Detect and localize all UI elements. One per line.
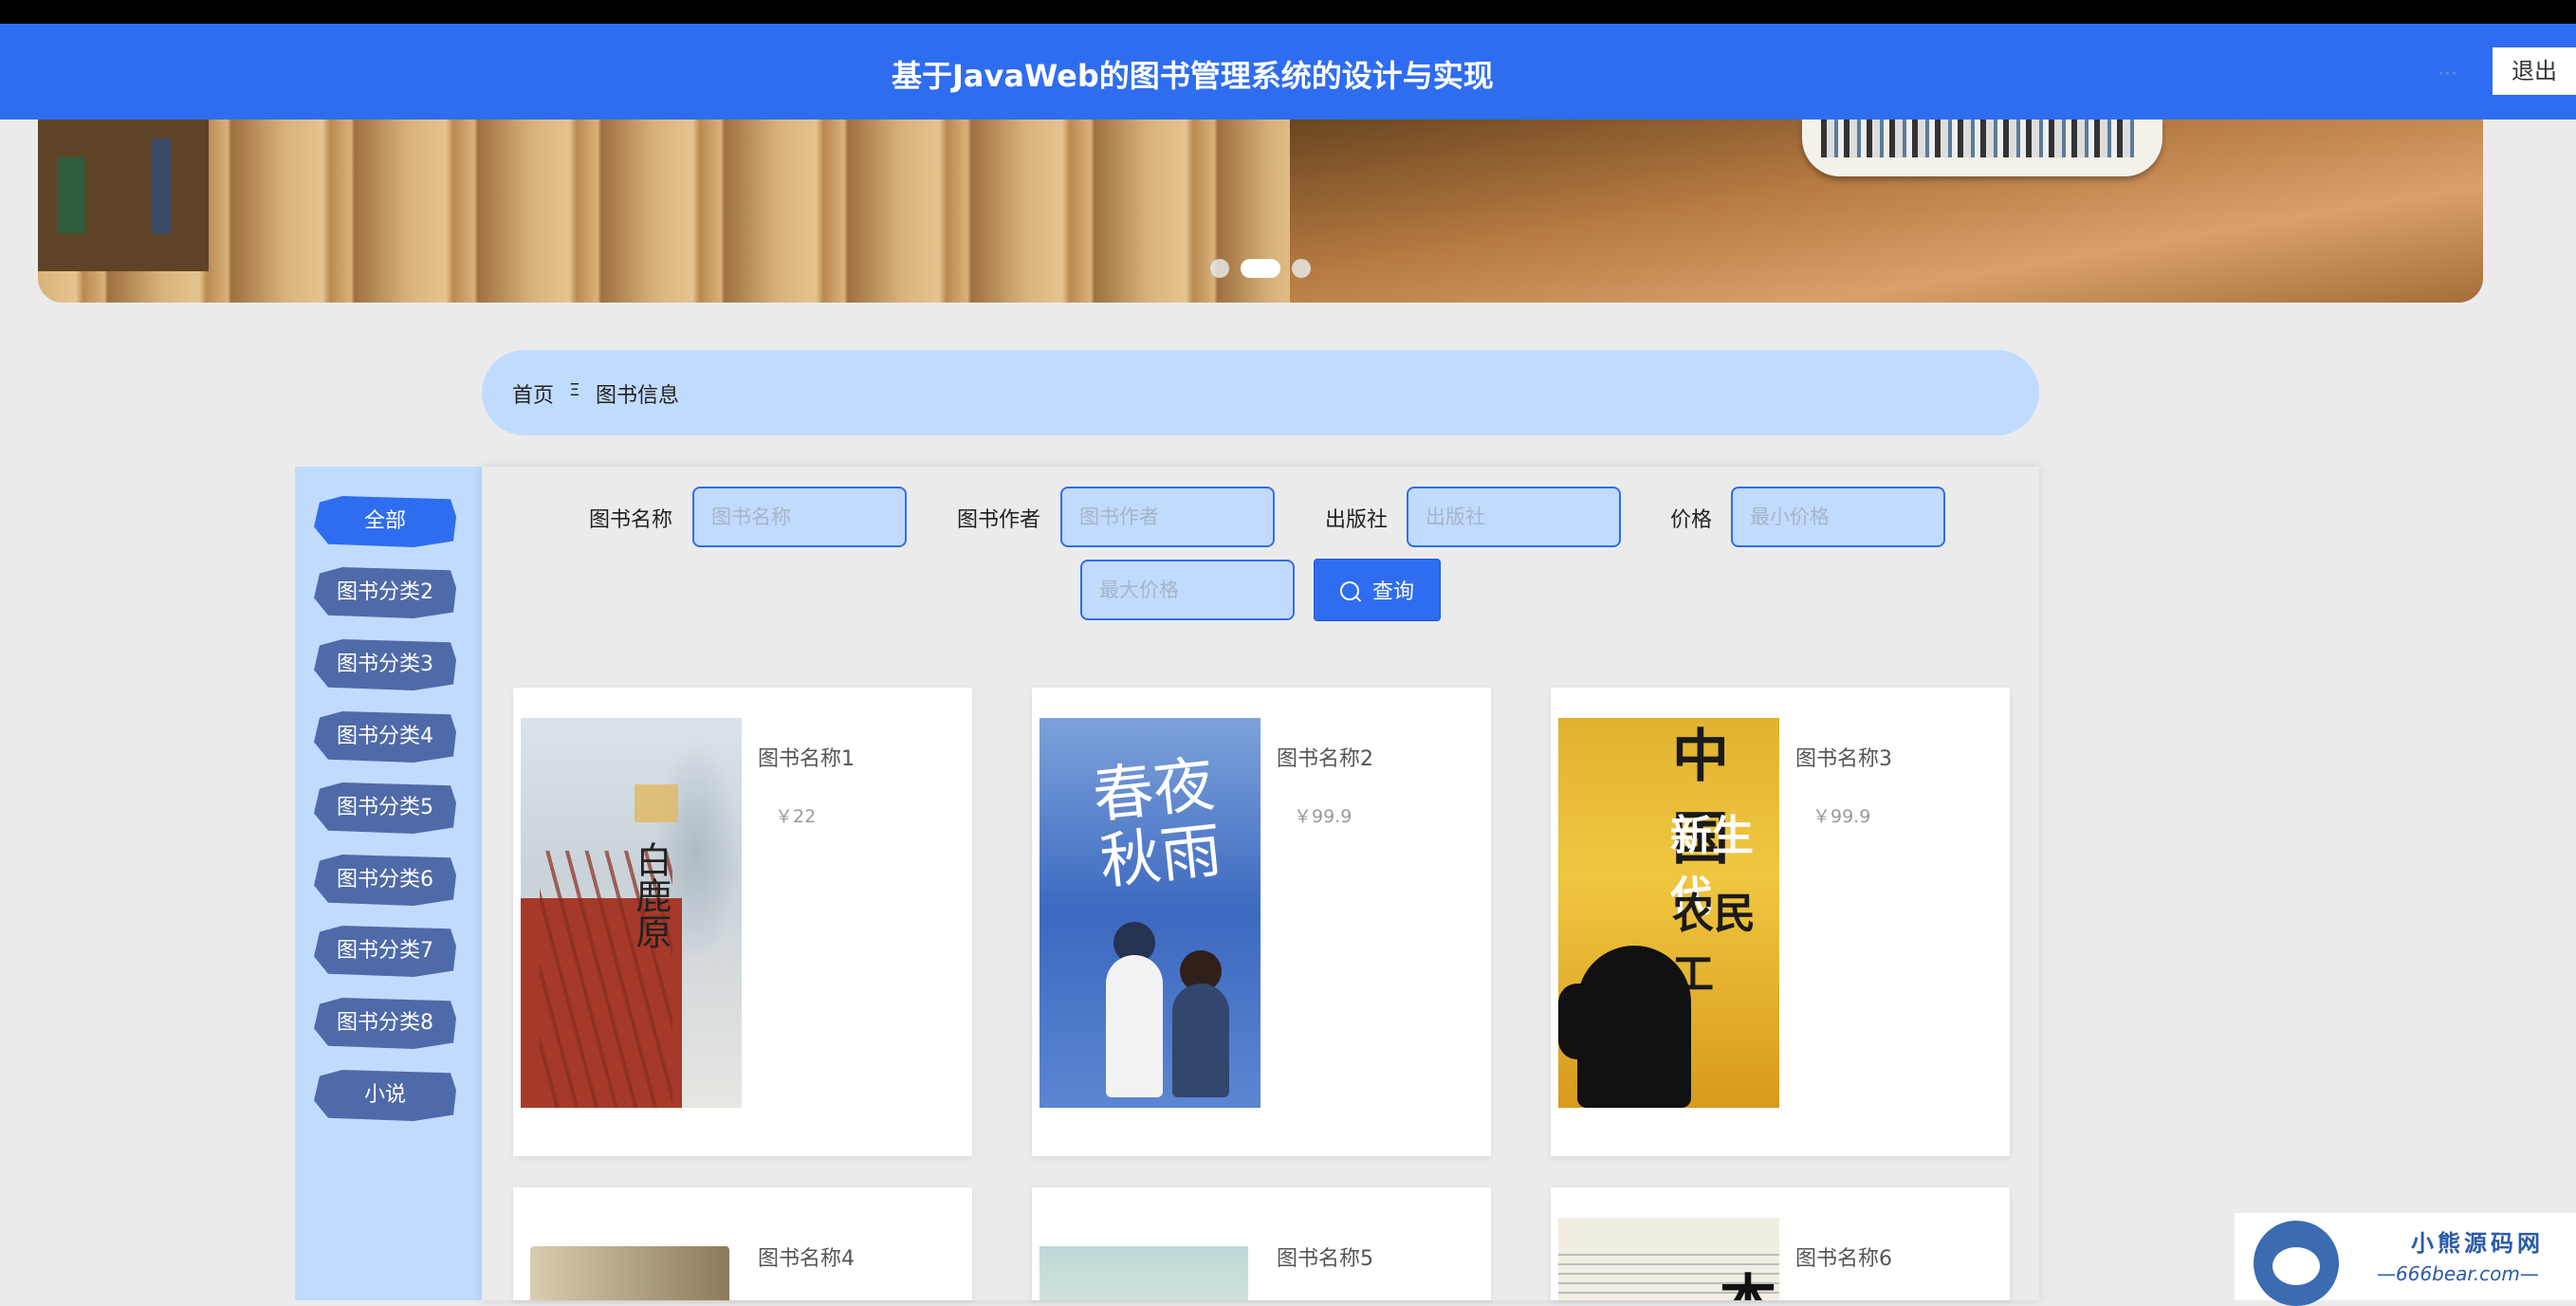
watermark-line-1: 小熊源码网 [2411, 1230, 2544, 1257]
book-card-3[interactable]: 中国 新生代 农民工 图书名称3 ￥99.9 [1551, 688, 2010, 1156]
carousel-dot-2[interactable] [1241, 259, 1280, 278]
banner-left-shelf [38, 120, 209, 271]
category-8[interactable]: 图书分类8 [314, 998, 456, 1049]
category-sidebar: 全部 图书分类2 图书分类3 图书分类4 图书分类5 图书分类6 图书分类7 图… [295, 467, 482, 1300]
breadcrumb-current: 图书信息 [596, 384, 680, 408]
search-button[interactable]: 查询 [1314, 559, 1441, 621]
book-card-1[interactable]: 白鹿原 图书名称1 ￥22 [513, 688, 972, 1156]
category-4[interactable]: 图书分类4 [314, 711, 456, 763]
watermark-line-2: —666bear.com— [2377, 1262, 2539, 1285]
window-top-strip [0, 0, 2576, 24]
book-name-2: 图书名称2 [1277, 747, 1373, 771]
header-dots: ··· [2438, 63, 2457, 86]
breadcrumb-separator: Ξ [569, 380, 580, 400]
book-name-1: 图书名称1 [758, 747, 855, 771]
bear-logo-icon [2254, 1221, 2339, 1306]
book-cover-5 [1040, 1218, 1260, 1300]
category-3[interactable]: 图书分类3 [314, 639, 456, 690]
book-cover-2-title: 春夜秋雨 [1089, 749, 1225, 898]
book-cover-6-title: 本 [1720, 1256, 1776, 1300]
filter-author-input[interactable] [1060, 487, 1275, 547]
filter-price-label: 价格 [1670, 508, 1713, 532]
book-cover-6: 本 [1558, 1218, 1779, 1300]
book-name-3: 图书名称3 [1795, 747, 1892, 771]
book-card-6[interactable]: 本 图书名称6 [1551, 1187, 2010, 1300]
banner-shelf-books [1821, 120, 2134, 157]
book-card-5[interactable]: 图书名称5 [1032, 1187, 1491, 1300]
filter-min-price-input[interactable] [1731, 487, 1945, 547]
category-2[interactable]: 图书分类2 [314, 567, 456, 618]
banner-wall-image [38, 120, 1299, 303]
filter-name-label: 图书名称 [589, 508, 673, 532]
book-card-2[interactable]: 春夜秋雨 图书名称2 ￥99.9 [1032, 688, 1491, 1156]
filter-author-label: 图书作者 [957, 508, 1041, 532]
book-name-5: 图书名称5 [1277, 1247, 1373, 1271]
filter-publisher-input[interactable] [1407, 487, 1621, 547]
book-cover-2: 春夜秋雨 [1040, 718, 1260, 1108]
search-icon [1339, 581, 1359, 600]
book-price-3: ￥99.9 [1812, 806, 1871, 827]
category-7[interactable]: 图书分类7 [314, 926, 456, 977]
book-cover-3-line-3: 农民工 [1672, 890, 1756, 999]
breadcrumb: 首页 Ξ 图书信息 [482, 350, 2039, 435]
carousel-indicators [1205, 259, 1318, 278]
book-cover-1-title: 白鹿原 [630, 841, 672, 949]
category-5[interactable]: 图书分类5 [314, 782, 456, 834]
book-name-4: 图书名称4 [758, 1247, 855, 1271]
header-bar: 基于JavaWeb的图书管理系统的设计与实现 ··· 退出 [0, 24, 2576, 120]
logout-button[interactable]: 退出 [2493, 47, 2576, 95]
category-novel[interactable]: 小说 [314, 1070, 456, 1121]
page-title: 基于JavaWeb的图书管理系统的设计与实现 [892, 58, 1494, 94]
search-button-label: 查询 [1371, 579, 1414, 603]
filter-max-price-input[interactable] [1080, 560, 1295, 620]
book-cover-3: 中国 新生代 农民工 [1558, 718, 1779, 1108]
filter-name-input[interactable] [692, 487, 907, 547]
watermark-logo: 小熊源码网 —666bear.com— [2235, 1213, 2576, 1306]
filter-publisher-label: 出版社 [1325, 508, 1389, 532]
breadcrumb-home[interactable]: 首页 [512, 378, 554, 409]
book-cover-4 [521, 1218, 742, 1300]
book-cover-1: 白鹿原 [521, 718, 742, 1108]
carousel-dot-1[interactable] [1210, 259, 1229, 278]
carousel-dot-3[interactable] [1292, 259, 1311, 278]
category-6[interactable]: 图书分类6 [314, 855, 456, 906]
category-all[interactable]: 全部 [314, 496, 456, 547]
book-name-6: 图书名称6 [1795, 1247, 1892, 1271]
book-price-1: ￥22 [775, 806, 817, 827]
book-card-4[interactable]: 图书名称4 [513, 1187, 972, 1300]
book-price-2: ￥99.9 [1294, 806, 1352, 827]
